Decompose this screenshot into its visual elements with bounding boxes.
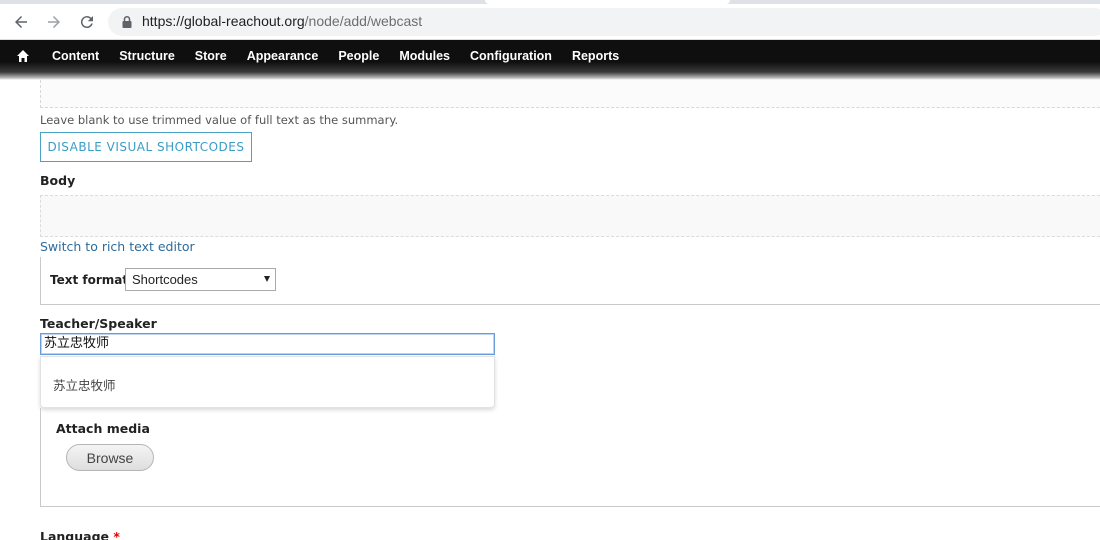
autocomplete-suggestion[interactable]: 苏立忠牧师	[53, 375, 116, 394]
home-button[interactable]	[0, 40, 46, 72]
text-format-label: Text format	[50, 273, 129, 287]
url-text: https://global-reachout.org/node/add/web…	[142, 13, 422, 29]
browse-button[interactable]: Browse	[66, 444, 154, 471]
chevron-down-icon	[264, 276, 270, 282]
attach-media-fieldset: Attach media Browse	[40, 408, 1100, 507]
back-arrow-icon	[15, 16, 27, 28]
forward-button[interactable]	[43, 11, 65, 33]
toolbar-item-people[interactable]: People	[328, 40, 389, 72]
text-format-wrapper: Text format Shortcodes	[40, 257, 1100, 305]
reload-button[interactable]	[76, 11, 98, 33]
teacher-speaker-input[interactable]: 苏立忠牧师	[40, 333, 495, 355]
teacher-speaker-label: Teacher/Speaker	[40, 316, 157, 331]
back-button[interactable]	[10, 11, 32, 33]
attach-media-label: Attach media	[56, 421, 150, 436]
summary-textarea[interactable]	[40, 80, 1100, 108]
lock-icon	[122, 15, 132, 28]
home-icon	[17, 50, 29, 62]
browser-address-bar: https://global-reachout.org/node/add/web…	[0, 4, 1100, 40]
toolbar-item-reports[interactable]: Reports	[562, 40, 629, 72]
text-format-value: Shortcodes	[132, 272, 198, 287]
body-label: Body	[40, 173, 76, 188]
summary-description: Leave blank to use trimmed value of full…	[40, 113, 399, 127]
toolbar-item-store[interactable]: Store	[185, 40, 237, 72]
url-host: https://global-reachout.org	[142, 13, 305, 29]
admin-toolbar: Content Structure Store Appearance Peopl…	[0, 40, 1100, 80]
autocomplete-dropdown: 苏立忠牧师	[40, 356, 495, 408]
toolbar-item-content[interactable]: Content	[46, 40, 109, 72]
toolbar-item-modules[interactable]: Modules	[389, 40, 460, 72]
toolbar-item-configuration[interactable]: Configuration	[460, 40, 562, 72]
required-marker: *	[113, 529, 120, 540]
toolbar-item-structure[interactable]: Structure	[109, 40, 185, 72]
language-label: Language *	[40, 529, 120, 540]
body-textarea[interactable]	[40, 195, 1100, 237]
disable-visual-shortcodes-button[interactable]: DISABLE VISUAL SHORTCODES	[40, 132, 252, 162]
url-path: /node/add/webcast	[304, 13, 423, 29]
reload-icon	[80, 16, 93, 29]
toolbar-item-appearance[interactable]: Appearance	[237, 40, 329, 72]
forward-arrow-icon	[48, 16, 60, 28]
language-label-text: Language	[40, 529, 110, 540]
url-field[interactable]: https://global-reachout.org/node/add/web…	[108, 8, 1100, 36]
switch-rich-text-link[interactable]: Switch to rich text editor	[40, 239, 195, 254]
text-format-select[interactable]: Shortcodes	[125, 268, 276, 291]
